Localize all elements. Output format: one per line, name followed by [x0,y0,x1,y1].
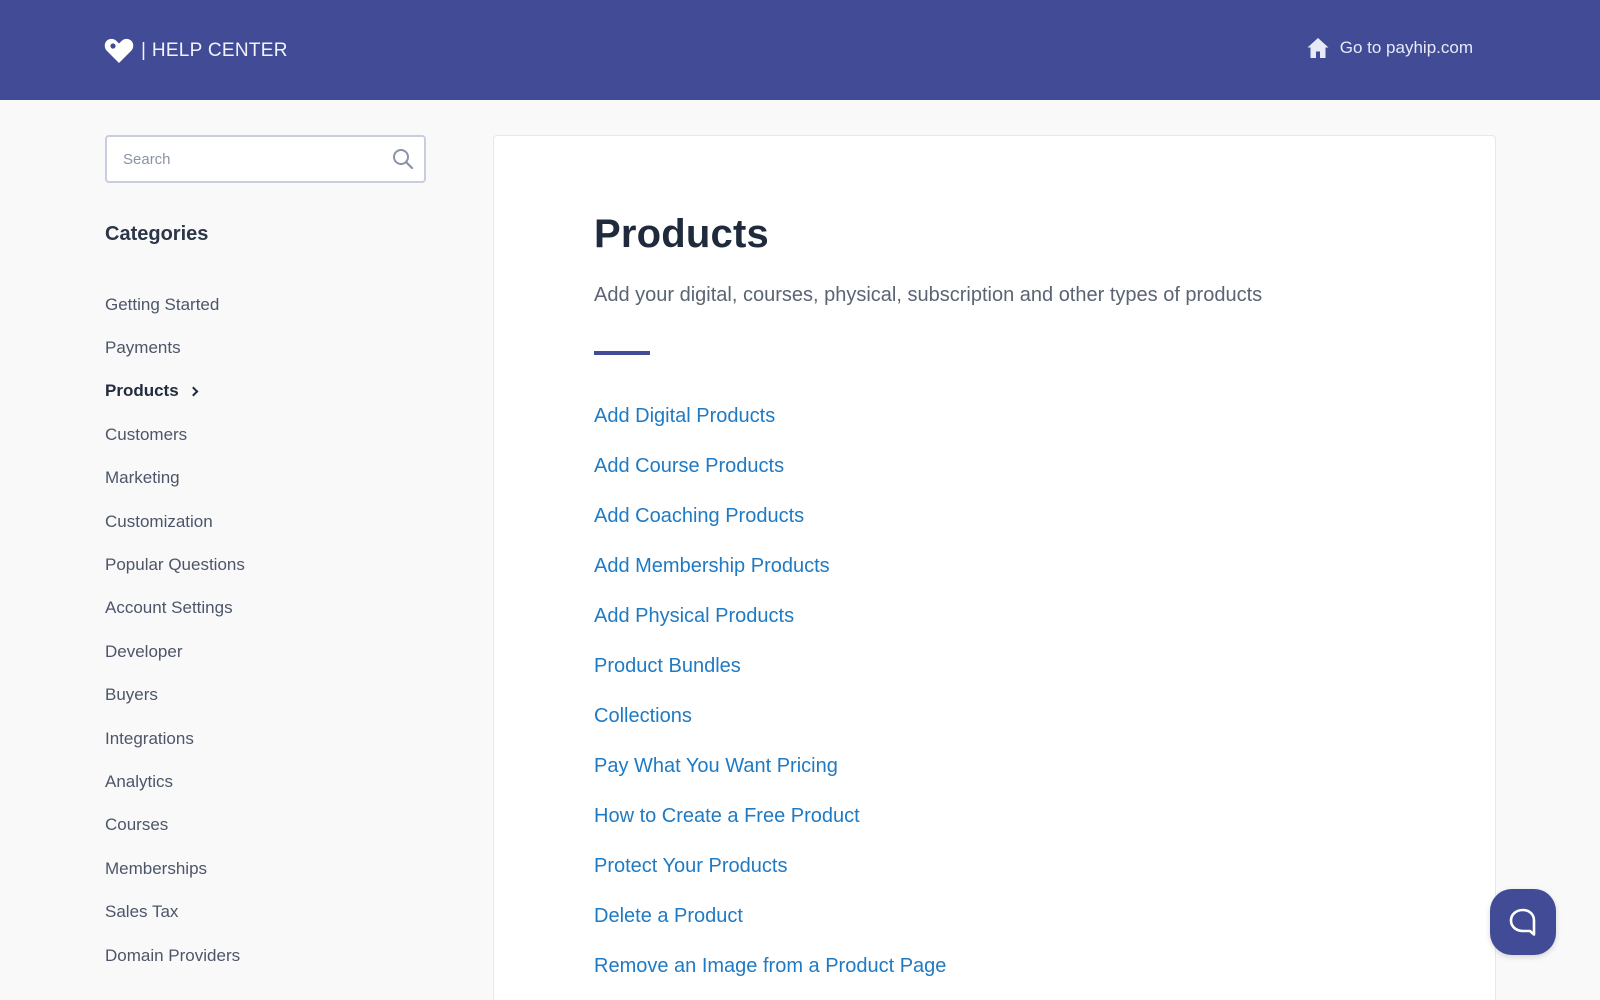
article-link[interactable]: Collections [594,691,946,741]
category-label: Products [105,381,179,401]
category-label: Payments [105,338,181,358]
help-center-logo[interactable]: | HELP CENTER [104,36,288,66]
category-label: Popular Questions [105,555,245,575]
sidebar-item-memberships[interactable]: Memberships [105,847,245,890]
category-label: Analytics [105,771,174,791]
search-icon[interactable] [392,148,414,170]
article-link[interactable]: Add Course Products [594,441,946,491]
sidebar: Categories Getting Started Payments Prod… [105,135,426,965]
categories-heading: Categories [105,223,209,245]
sidebar-item-popular-questions[interactable]: Popular Questions [105,543,245,586]
chat-bubble-icon [1508,907,1538,937]
category-label: Developer [105,641,183,661]
article-link[interactable]: Pay What You Want Pricing [594,741,946,791]
category-label: Sales Tax [105,902,179,922]
category-label: Account Settings [105,598,233,618]
top-header: | HELP CENTER Go to payhip.com [0,0,1600,100]
category-label: Integrations [105,728,194,748]
search-input[interactable] [107,137,424,181]
category-label: Buyers [105,685,158,705]
article-link[interactable]: Add Coaching Products [594,491,946,541]
article-link[interactable]: Delete a Product [594,891,946,941]
article-link[interactable]: Product Bundles [594,641,946,691]
home-link-label: Go to payhip.com [1339,38,1473,57]
sidebar-item-buyers[interactable]: Buyers [105,674,245,717]
category-content-card: Products Add your digital, courses, phys… [493,135,1496,1000]
title-divider [594,351,650,355]
sidebar-item-domain-providers[interactable]: Domain Providers [105,934,245,977]
category-label: Courses [105,815,169,835]
category-description: Add your digital, courses, physical, sub… [594,284,1263,306]
sidebar-item-developer[interactable]: Developer [105,630,245,673]
sidebar-item-getting-started[interactable]: Getting Started [105,283,245,326]
go-to-payhip-link[interactable]: Go to payhip.com [1306,34,1473,62]
article-link[interactable]: Protect Your Products [594,841,946,891]
sidebar-item-sales-tax[interactable]: Sales Tax [105,890,245,933]
article-link[interactable]: Add Membership Products [594,541,946,591]
category-label: Memberships [105,858,208,878]
home-icon [1306,36,1330,60]
page-title: Products [594,212,769,256]
sidebar-item-account-settings[interactable]: Account Settings [105,587,245,630]
sidebar-item-courses[interactable]: Courses [105,804,245,847]
sidebar-item-products[interactable]: Products [105,370,245,413]
category-label: Getting Started [105,294,220,314]
article-link[interactable]: Remove an Image from a Product Page [594,941,946,991]
category-label: Domain Providers [105,945,241,965]
sidebar-item-customization[interactable]: Customization [105,500,245,543]
category-label: Customers [105,424,188,444]
heart-tag-icon [104,37,134,65]
article-link[interactable]: Add Digital Products [594,391,946,441]
article-link[interactable]: How to Create a Free Product [594,791,946,841]
search-box [105,135,426,183]
sidebar-item-customers[interactable]: Customers [105,413,245,456]
category-label: Customization [105,511,213,531]
sidebar-item-integrations[interactable]: Integrations [105,717,245,760]
help-center-label: | HELP CENTER [141,40,288,61]
article-list: Add Digital Products Add Course Products… [594,391,946,991]
sidebar-item-analytics[interactable]: Analytics [105,760,245,803]
help-beacon-button[interactable] [1490,889,1556,955]
sidebar-item-payments[interactable]: Payments [105,326,245,369]
category-label: Marketing [105,468,180,488]
category-list: Getting Started Payments Products Custom… [105,283,245,977]
chevron-right-icon [188,387,199,397]
sidebar-item-marketing[interactable]: Marketing [105,457,245,500]
article-link[interactable]: Add Physical Products [594,591,946,641]
